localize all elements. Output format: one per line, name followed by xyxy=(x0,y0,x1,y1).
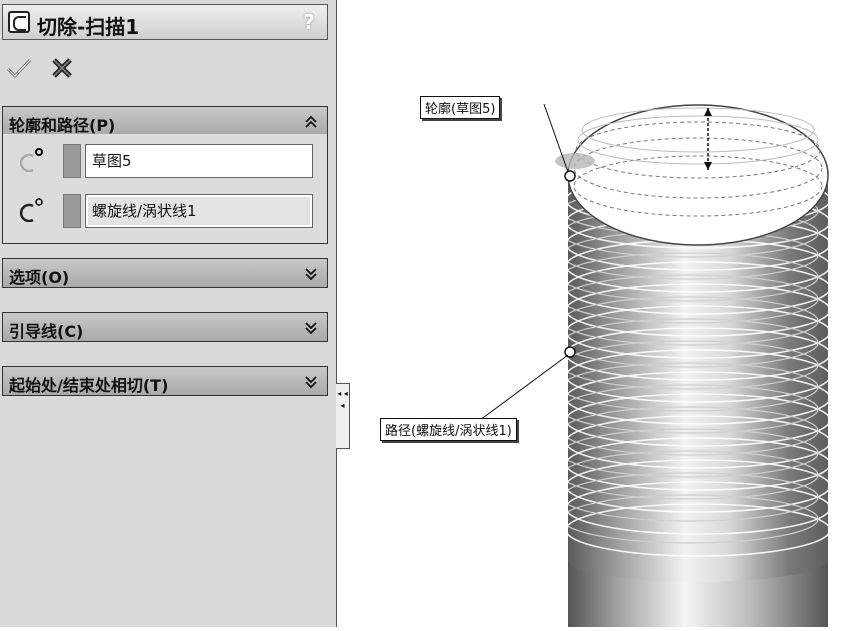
path-icon xyxy=(19,198,43,222)
section-label: 选项(O) xyxy=(9,268,70,287)
expand-down-icon[interactable] xyxy=(305,375,317,389)
cylinder-top-face[interactable] xyxy=(567,104,829,246)
path-leader-line xyxy=(479,354,569,421)
panel-collapse-tab[interactable]: ◂ ◂ ◂ xyxy=(336,383,350,449)
path-selection-field[interactable]: 螺旋线/涡状线1 xyxy=(85,194,313,228)
feature-titlebar: 切除-扫描1 ? xyxy=(2,4,328,40)
tangency-section-header[interactable]: 起始处/结束处相切(T) xyxy=(2,366,328,396)
expand-down-icon[interactable] xyxy=(305,267,317,281)
path-callout[interactable]: 路径(螺旋线/涡状线1) xyxy=(380,418,517,441)
graphics-viewport[interactable]: 轮廓(草图5) 路径(螺旋线/涡状线1) xyxy=(350,0,848,627)
expand-down-icon[interactable] xyxy=(305,321,317,335)
cancel-x-icon[interactable] xyxy=(50,56,74,80)
profile-anchor-point[interactable] xyxy=(564,170,576,182)
options-section-header[interactable]: 选项(O) xyxy=(2,258,328,288)
path-color-swatch xyxy=(63,194,81,228)
cut-sweep-feature-icon xyxy=(8,11,30,33)
section-label: 起始处/结束处相切(T) xyxy=(9,376,169,395)
profile-callout[interactable]: 轮廓(草图5) xyxy=(420,96,501,119)
profile-path-section-body: 草图5 螺旋线/涡状线1 xyxy=(2,134,328,244)
profile-selection-field[interactable]: 草图5 xyxy=(85,144,313,178)
profile-sketch-handle[interactable] xyxy=(555,153,595,169)
profile-color-swatch xyxy=(63,144,81,178)
property-manager-panel: 切除-扫描1 ? 轮廓和路径(P) 草图5 螺旋线/涡状线1 选项(O) 引导线… xyxy=(0,0,337,627)
profile-path-section-header[interactable]: 轮廓和路径(P) xyxy=(2,106,328,136)
model-view[interactable] xyxy=(350,0,848,627)
guide-curves-section-header[interactable]: 引导线(C) xyxy=(2,312,328,342)
section-label: 轮廓和路径(P) xyxy=(9,116,116,135)
collapse-up-icon[interactable] xyxy=(305,115,317,129)
feature-title: 切除-扫描1 xyxy=(37,15,140,39)
ok-checkmark-icon[interactable] xyxy=(6,56,32,80)
section-label: 引导线(C) xyxy=(9,322,84,341)
help-icon[interactable]: ? xyxy=(299,10,319,34)
profile-icon xyxy=(19,148,43,172)
